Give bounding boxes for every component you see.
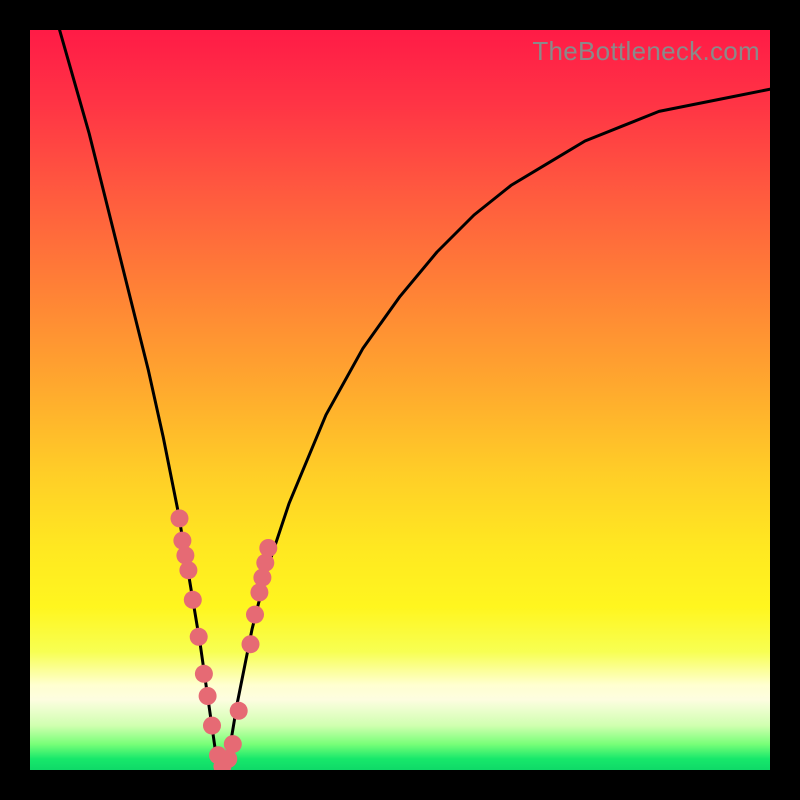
watermark-text: TheBottleneck.com xyxy=(532,36,760,67)
curve-layer xyxy=(30,30,770,770)
plot-area: TheBottleneck.com xyxy=(30,30,770,770)
curve-marker xyxy=(173,532,191,550)
curve-marker xyxy=(224,735,242,753)
curve-marker xyxy=(199,687,217,705)
curve-marker xyxy=(246,606,264,624)
curve-marker xyxy=(179,561,197,579)
curve-marker xyxy=(184,591,202,609)
chart-frame: TheBottleneck.com xyxy=(0,0,800,800)
curve-marker xyxy=(250,583,268,601)
curve-marker xyxy=(256,554,274,572)
curve-marker xyxy=(176,546,194,564)
curve-marker xyxy=(203,717,221,735)
curve-marker xyxy=(190,628,208,646)
curve-marker xyxy=(259,539,277,557)
curve-marker xyxy=(230,702,248,720)
curve-markers xyxy=(171,509,278,770)
bottleneck-curve xyxy=(60,30,770,770)
curve-marker xyxy=(171,509,189,527)
curve-marker xyxy=(242,635,260,653)
curve-marker xyxy=(195,665,213,683)
